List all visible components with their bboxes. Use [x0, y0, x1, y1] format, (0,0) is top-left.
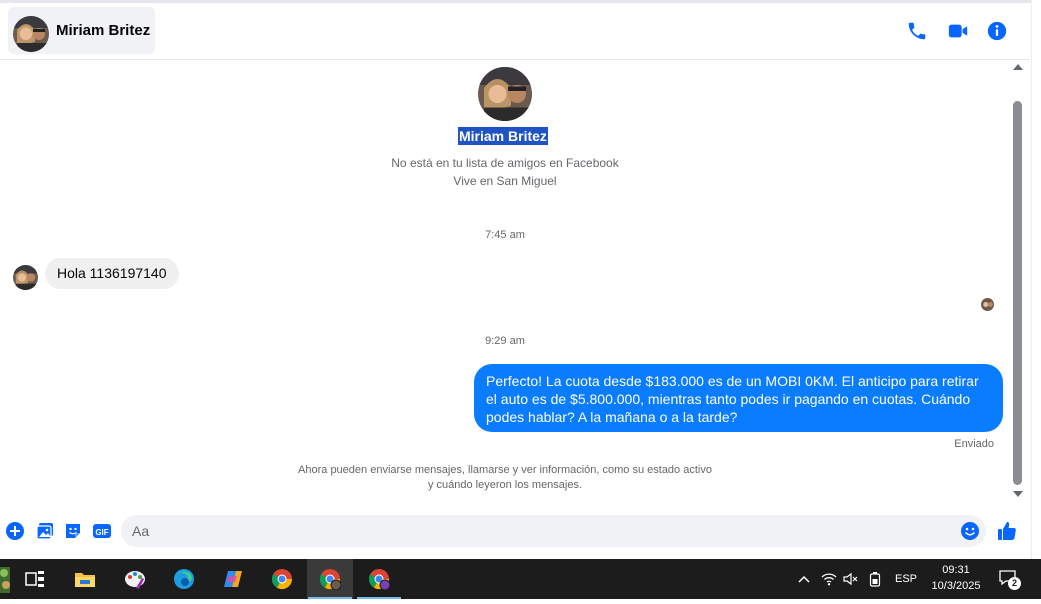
chat-header: Miriam Britez — [0, 3, 1030, 60]
paint-icon[interactable] — [112, 559, 158, 599]
friend-status: No está en tu lista de amigos en Faceboo… — [391, 156, 619, 170]
volume-muted-icon[interactable] — [842, 559, 860, 599]
timestamp: 9:29 am — [485, 335, 525, 347]
gif-icon[interactable]: GIF — [92, 521, 112, 541]
notification-badge: 2 — [1008, 577, 1021, 590]
seen-avatar — [981, 298, 994, 311]
message-input-box[interactable] — [121, 515, 986, 547]
task-view-icon[interactable] — [12, 559, 58, 599]
file-explorer-icon[interactable] — [62, 559, 108, 599]
plus-icon[interactable] — [5, 521, 25, 541]
timestamp: 7:45 am — [485, 229, 525, 241]
chrome-profile-icon[interactable] — [307, 559, 353, 599]
sticker-icon[interactable] — [63, 521, 83, 541]
scroll-down-arrow-icon[interactable] — [1013, 491, 1023, 497]
profile-location: Vive en San Miguel — [453, 174, 557, 188]
info-note-line: y cuándo leyeron los mensajes. — [427, 479, 583, 491]
taskbar: ESP 09:31 10/3/2025 2 — [0, 559, 1041, 599]
language-indicator[interactable]: ESP — [892, 559, 920, 599]
photo-icon[interactable] — [35, 521, 55, 541]
profile-avatar[interactable] — [478, 67, 532, 121]
copilot-icon[interactable] — [210, 559, 256, 599]
show-hidden-icons-chevron-icon[interactable] — [794, 559, 814, 599]
edge-icon[interactable] — [161, 559, 207, 599]
wifi-icon[interactable] — [820, 559, 838, 599]
widgets-icon[interactable] — [0, 559, 12, 599]
contact-chip[interactable]: Miriam Britez — [8, 7, 155, 54]
profile-name[interactable]: Miriam Britez — [458, 127, 548, 145]
clock-time: 09:31 — [942, 564, 970, 576]
svg-text:GIF: GIF — [95, 528, 108, 537]
scroll-up-arrow-icon[interactable] — [1013, 64, 1023, 70]
clock-date: 10/3/2025 — [931, 580, 981, 592]
messenger-window: Miriam Britez Miriam Britez No está en t… — [0, 0, 1041, 559]
emoji-icon[interactable] — [960, 521, 980, 541]
contact-name: Miriam Britez — [56, 22, 151, 39]
sent-status: Enviado — [954, 438, 994, 450]
info-icon[interactable] — [986, 20, 1008, 42]
clock[interactable]: 09:31 10/3/2025 — [924, 562, 988, 594]
outgoing-message[interactable]: Perfecto! La cuota desde $183.000 es de … — [474, 364, 1003, 432]
video-call-icon[interactable] — [947, 20, 969, 42]
incoming-message[interactable]: Hola 1136197140 — [45, 258, 179, 289]
chrome-profile-2-icon[interactable] — [356, 559, 402, 599]
avatar — [13, 16, 49, 52]
avatar[interactable] — [13, 265, 38, 290]
chrome-icon[interactable] — [259, 559, 305, 599]
message-composer: GIF — [0, 510, 1030, 554]
info-note-line: Ahora pueden enviarse mensajes, llamarse… — [298, 464, 712, 476]
info-note: Ahora pueden enviarse mensajes, llamarse… — [250, 463, 760, 493]
phone-icon[interactable] — [906, 20, 928, 42]
like-icon[interactable] — [996, 520, 1018, 542]
message-input[interactable] — [132, 515, 952, 547]
scrollbar-thumb[interactable] — [1013, 101, 1022, 485]
window-edge — [1031, 0, 1041, 559]
battery-icon[interactable] — [866, 559, 884, 599]
notifications-icon[interactable]: 2 — [996, 559, 1024, 599]
